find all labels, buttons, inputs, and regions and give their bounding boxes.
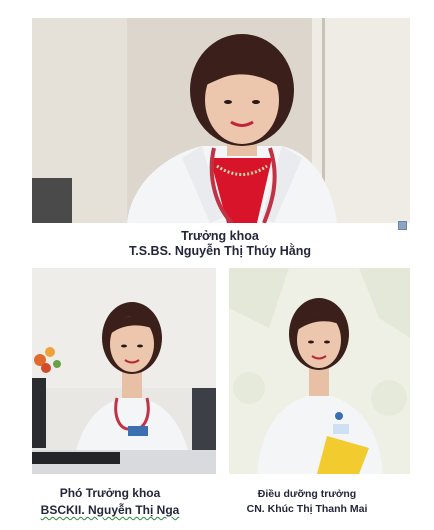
photo-head-of-department [32,18,410,223]
caption-title: Điều dưỡng trưởng [257,488,357,500]
photo-head-nurse [229,268,410,474]
caption-name: CN. Khúc Thị Thanh Mai [246,503,368,515]
portrait-deputy-head [32,268,216,474]
resize-handle-icon [398,221,407,230]
caption-head-nurse: Điều dưỡng trưởng CN. Khúc Thị Thanh Mai [222,487,392,517]
portrait-head-nurse [229,268,410,474]
caption-head-of-department: Trưởng khoa T.S.BS. Nguyễn Thị Thúy Hằng [120,229,320,259]
caption-name: T.S.BS. Nguyễn Thị Thúy Hằng [129,244,311,258]
portrait-head-of-department [32,18,410,223]
caption-name: BSCKII. Nguyễn Thị Nga [40,503,180,517]
photo-deputy-head [32,268,216,474]
caption-title: Phó Trưởng khoa [59,486,161,500]
caption-deputy-head: Phó Trưởng khoa BSCKII. Nguyễn Thị Nga [20,485,200,519]
caption-title: Trưởng khoa [181,229,259,243]
